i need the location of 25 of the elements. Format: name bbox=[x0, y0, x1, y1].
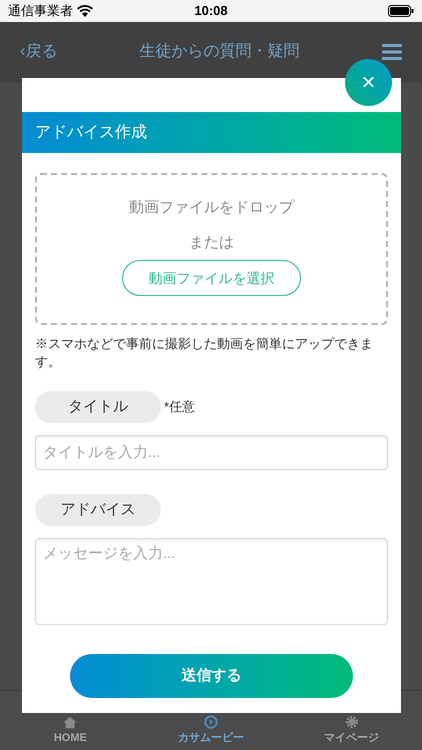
select-file-button[interactable]: 動画ファイルを選択 bbox=[122, 260, 301, 296]
drop-text: 動画ファイルをドロップ bbox=[129, 198, 294, 218]
page-title: 生徒からの質問・疑問 bbox=[140, 42, 300, 62]
message-input-field[interactable]: メッセージを入力... bbox=[35, 538, 388, 625]
tab-item[interactable]: HOME bbox=[0, 716, 141, 746]
gear-icon bbox=[344, 714, 359, 728]
wifi-icon bbox=[77, 5, 93, 17]
or-text: または bbox=[189, 232, 234, 252]
home-icon bbox=[63, 716, 78, 728]
optional-text: *任意 bbox=[164, 398, 196, 416]
battery-icon bbox=[388, 5, 414, 17]
submit-button[interactable]: 送信する bbox=[70, 654, 353, 698]
modal-title: アドバイス作成 bbox=[35, 122, 147, 142]
drop-zone[interactable]: 動画ファイルをドロップ または 動画ファイルを選択 bbox=[35, 173, 388, 325]
title-input-field[interactable]: タイトルを入力... bbox=[35, 435, 388, 470]
note-text: ※スマホなどで事前に撮影した動画を簡単にアップできます。 bbox=[35, 335, 374, 371]
tab-item[interactable]: カサムービー bbox=[140, 714, 282, 746]
tab-item[interactable]: マイページ bbox=[281, 714, 422, 746]
back-button[interactable]: ‹戻る bbox=[20, 40, 58, 64]
field-label: アドバイス bbox=[35, 494, 161, 526]
menu-icon[interactable] bbox=[382, 44, 402, 60]
field-label: タイトル bbox=[35, 391, 161, 423]
play-icon bbox=[204, 714, 218, 728]
clock-text: 10:08 bbox=[194, 2, 228, 20]
carrier-text: 通信事業者 bbox=[8, 2, 73, 20]
